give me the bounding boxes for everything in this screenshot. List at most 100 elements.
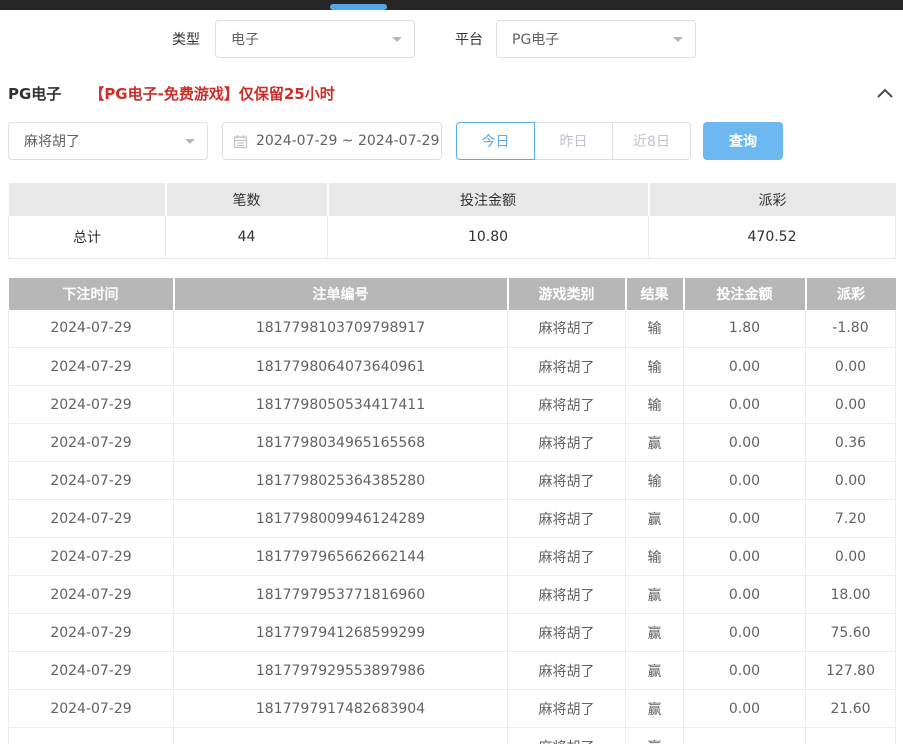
bet-table-header-row: 下注时间 注单编号 游戏类别 结果 投注金额 派彩 bbox=[9, 278, 896, 310]
cell-payout: 0.00 bbox=[806, 386, 896, 424]
table-row: 2024-07-29 1817797965662662144 麻将胡了 输 0.… bbox=[9, 538, 896, 576]
section-header: PG电子 【PG电子-免费游戏】仅保留25小时 bbox=[8, 82, 895, 104]
cell-result: 赢 bbox=[626, 424, 684, 462]
platform-label: 平台 bbox=[455, 29, 483, 49]
cell-game-type: 麻将胡了 bbox=[508, 386, 626, 424]
table-row: 2024-07-29 1817798025364385280 麻将胡了 输 0.… bbox=[9, 462, 896, 500]
search-button[interactable]: 查询 bbox=[703, 122, 783, 160]
platform-select[interactable]: PG电子 bbox=[496, 20, 696, 58]
summary-total-count: 44 bbox=[166, 216, 328, 258]
summary-table: 笔数 投注金额 派彩 总计 44 10.80 470.52 bbox=[8, 183, 896, 259]
summary-header-empty bbox=[9, 183, 166, 216]
cell-bet-id: 1817797953771816960 bbox=[174, 576, 508, 614]
summary-total-payout: 470.52 bbox=[649, 216, 896, 258]
cell-bet-id: 1817797929553897986 bbox=[174, 652, 508, 690]
chevron-up-icon bbox=[875, 85, 895, 101]
yesterday-button[interactable]: 昨日 bbox=[534, 122, 613, 160]
cell-result: 赢 bbox=[626, 728, 684, 744]
cell-result: 输 bbox=[626, 462, 684, 500]
cell-result: 赢 bbox=[626, 614, 684, 652]
cell-payout: 75.60 bbox=[806, 614, 896, 652]
cell-payout: 21.60 bbox=[806, 690, 896, 728]
table-row: 2024-07-29 1817797953771816960 麻将胡了 赢 0.… bbox=[9, 576, 896, 614]
cell-bet-time: 2024-07-29 bbox=[9, 614, 174, 652]
cell-bet-amount: 0.00 bbox=[684, 576, 806, 614]
chevron-down-icon bbox=[392, 37, 402, 47]
cell-bet-id: 1817798064073640961 bbox=[174, 348, 508, 386]
cell-bet-amount: 0.00 bbox=[684, 500, 806, 538]
section-notice: 【PG电子-免费游戏】仅保留25小时 bbox=[89, 83, 334, 104]
cell-payout bbox=[806, 728, 896, 744]
cell-bet-id: 1817798050534417411 bbox=[174, 386, 508, 424]
date-range-input[interactable]: 2024-07-29 ~ 2024-07-29 bbox=[222, 122, 442, 160]
cell-payout: 7.20 bbox=[806, 500, 896, 538]
cell-bet-id: 1817798034965165568 bbox=[174, 424, 508, 462]
header-game-type: 游戏类别 bbox=[508, 278, 626, 310]
query-row: 麻将胡了 2024-07-29 ~ 2024-07-29 今日 昨日 近8日 查… bbox=[8, 122, 895, 160]
cell-result: 赢 bbox=[626, 500, 684, 538]
last-8-days-button[interactable]: 近8日 bbox=[612, 122, 691, 160]
cell-game-type: 麻将胡了 bbox=[508, 500, 626, 538]
cell-bet-time: 2024-07-29 bbox=[9, 690, 174, 728]
cell-bet-id: 1817798025364385280 bbox=[174, 462, 508, 500]
cell-bet-time: 2024-07-29 bbox=[9, 500, 174, 538]
cell-result: 输 bbox=[626, 310, 684, 348]
cell-bet-id: 1817797941268599299 bbox=[174, 614, 508, 652]
page: 类型 电子 平台 PG电子 PG电子 【PG电子-免费游戏】仅保留25小时 麻将… bbox=[0, 0, 903, 744]
table-row: 2024-07-29 1817798103709798917 麻将胡了 输 1.… bbox=[9, 310, 896, 348]
cell-bet-id: 1817798103709798917 bbox=[174, 310, 508, 348]
game-select[interactable]: 麻将胡了 bbox=[8, 122, 208, 160]
header-bet-time: 下注时间 bbox=[9, 278, 174, 310]
cell-game-type: 麻将胡了 bbox=[508, 310, 626, 348]
cell-bet-amount: 0.00 bbox=[684, 386, 806, 424]
header-bet-id: 注单编号 bbox=[174, 278, 508, 310]
cell-game-type: 麻将胡了 bbox=[508, 462, 626, 500]
header-bet-amount: 投注金额 bbox=[684, 278, 806, 310]
cell-bet-id: 1817797917482683904 bbox=[174, 690, 508, 728]
top-scrollbar-track bbox=[0, 0, 903, 10]
type-select[interactable]: 电子 bbox=[215, 20, 415, 58]
summary-total-bet-amount: 10.80 bbox=[328, 216, 649, 258]
cell-game-type: 麻将胡了 bbox=[508, 728, 626, 744]
cell-bet-amount: 0.00 bbox=[684, 462, 806, 500]
cell-bet-amount: 0.00 bbox=[684, 652, 806, 690]
table-row: 2024-07-29 1817797929553897986 麻将胡了 赢 0.… bbox=[9, 652, 896, 690]
cell-bet-id: 1817797965662662144 bbox=[174, 538, 508, 576]
quick-date-button-group: 今日 昨日 近8日 bbox=[456, 122, 691, 160]
cell-bet-id: 1817798009946124289 bbox=[174, 500, 508, 538]
cell-result: 赢 bbox=[626, 652, 684, 690]
summary-header-count: 笔数 bbox=[166, 183, 328, 216]
platform-select-value: PG电子 bbox=[512, 29, 559, 49]
type-select-value: 电子 bbox=[231, 29, 259, 49]
cell-result: 输 bbox=[626, 386, 684, 424]
section-title: PG电子 bbox=[8, 83, 61, 104]
type-label: 类型 bbox=[172, 29, 200, 49]
cell-bet-amount: 0.00 bbox=[684, 424, 806, 462]
cell-bet-time: 2024-07-29 bbox=[9, 424, 174, 462]
cell-payout: 0.36 bbox=[806, 424, 896, 462]
cell-bet-time: 2024-07-29 bbox=[9, 310, 174, 348]
table-row: 2024-07-29 1817797917482683904 麻将胡了 赢 0.… bbox=[9, 690, 896, 728]
collapse-button[interactable] bbox=[875, 85, 895, 101]
cell-payout: 127.80 bbox=[806, 652, 896, 690]
summary-header-row: 笔数 投注金额 派彩 bbox=[9, 183, 896, 216]
cell-game-type: 麻将胡了 bbox=[508, 576, 626, 614]
cell-payout: 0.00 bbox=[806, 462, 896, 500]
today-button[interactable]: 今日 bbox=[456, 122, 535, 160]
cell-game-type: 麻将胡了 bbox=[508, 348, 626, 386]
chevron-down-icon bbox=[673, 37, 683, 47]
top-scrollbar-thumb[interactable] bbox=[330, 4, 387, 10]
table-row: 2024-07-29 1817797941268599299 麻将胡了 赢 0.… bbox=[9, 614, 896, 652]
table-row: 2024-07-29 1817798064073640961 麻将胡了 输 0.… bbox=[9, 348, 896, 386]
cell-bet-time: 2024-07-29 bbox=[9, 538, 174, 576]
cell-game-type: 麻将胡了 bbox=[508, 690, 626, 728]
cell-bet-amount: 0.00 bbox=[684, 538, 806, 576]
cell-result: 赢 bbox=[626, 576, 684, 614]
cell-bet-time: 2024-07-29 bbox=[9, 348, 174, 386]
date-range-value: 2024-07-29 ~ 2024-07-29 bbox=[256, 133, 439, 149]
cell-bet-amount: 0.00 bbox=[684, 348, 806, 386]
cell-bet-amount bbox=[684, 728, 806, 744]
table-row: 2024-07-29 1817798050534417411 麻将胡了 输 0.… bbox=[9, 386, 896, 424]
summary-header-payout: 派彩 bbox=[649, 183, 896, 216]
header-result: 结果 bbox=[626, 278, 684, 310]
